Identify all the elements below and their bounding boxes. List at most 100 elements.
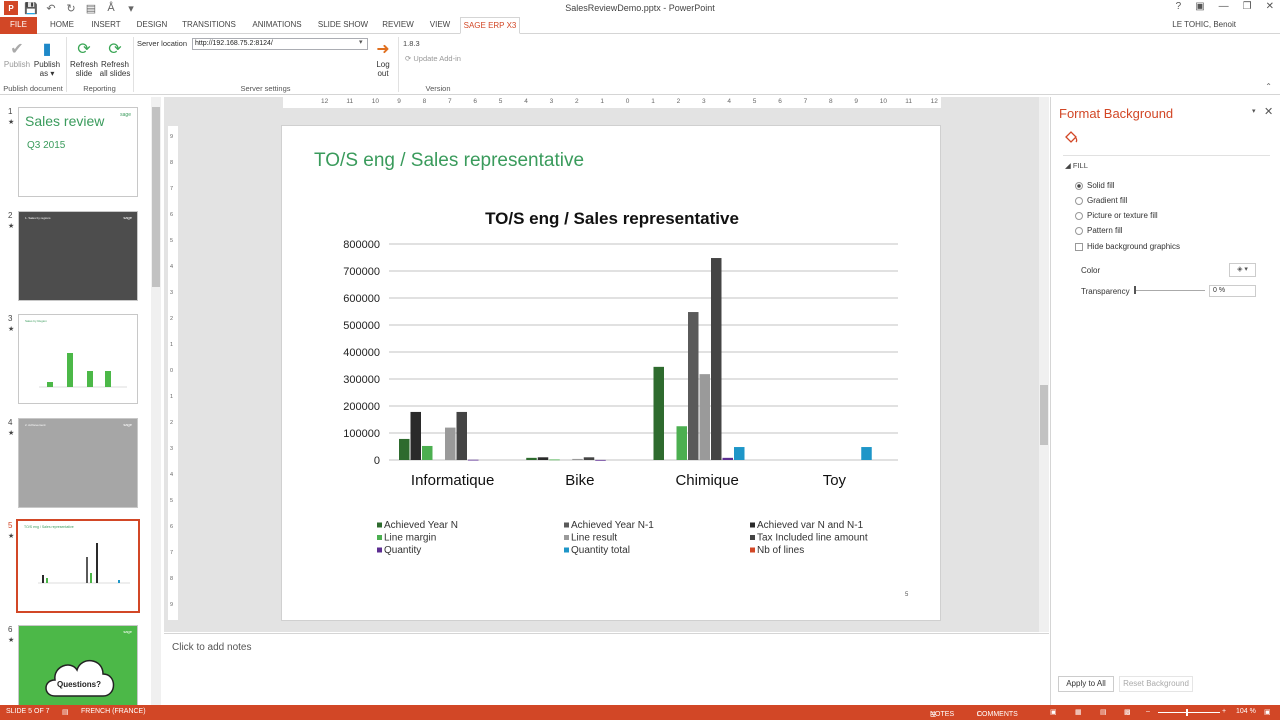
color-picker-button[interactable]: ◈ ▾	[1229, 263, 1256, 277]
thumb-title: TO/S eng / Sales representative	[24, 525, 74, 529]
sage-logo: sage	[123, 422, 132, 427]
thumb-title: Sales by Region	[25, 319, 47, 323]
help-icon[interactable]: ?	[1176, 1, 1182, 12]
server-location-input[interactable]: http://192.168.75.2:8124/	[192, 38, 368, 50]
group-label-server-settings: Server settings	[240, 84, 291, 93]
pattern-fill-option[interactable]: Pattern fill	[1075, 226, 1123, 235]
notes-pane[interactable]	[164, 633, 1049, 705]
collapse-ribbon-icon[interactable]: ⌃	[1265, 82, 1272, 91]
solid-fill-option[interactable]: Solid fill	[1075, 181, 1115, 190]
tab-insert[interactable]: INSERT	[86, 17, 126, 34]
legend-label: Achieved Year N-1	[571, 520, 654, 531]
slide-thumbnail-1[interactable]: Sales review Q3 2015 sage	[18, 107, 138, 197]
slide-scrollbar-thumb[interactable]	[1040, 385, 1048, 445]
refresh-all-slides-button[interactable]: ⟳ Refresh all slides	[99, 38, 131, 78]
tab-slide-show[interactable]: SLIDE SHOW	[314, 17, 372, 34]
ribbon-display-icon[interactable]: ▣	[1195, 1, 1204, 12]
tab-transitions[interactable]: TRANSITIONS	[178, 17, 240, 34]
y-tick-label: 500000	[343, 320, 380, 332]
slide-thumbnail-3[interactable]: Sales by Region	[18, 314, 138, 404]
ruler-tick-label: 1	[651, 98, 655, 105]
zoom-out-icon[interactable]: –	[1146, 708, 1150, 715]
legend-swatch	[377, 522, 382, 528]
update-addin-button[interactable]: ⟳ Update Add-in	[405, 54, 461, 63]
spelling-status-icon[interactable]: ▤	[62, 708, 69, 716]
language[interactable]: FRENCH (FRANCE)	[81, 708, 146, 715]
notes-label: NOTES	[930, 711, 955, 718]
legend-label: Tax Included line amount	[757, 533, 868, 544]
ruler-tick-label: 9	[170, 134, 174, 140]
legend-swatch	[564, 535, 569, 540]
slide-sorter-icon[interactable]: ▦	[1075, 708, 1082, 716]
normal-view-icon[interactable]: ▣	[1050, 708, 1057, 716]
tab-sage-erp-x3[interactable]: SAGE ERP X3	[460, 17, 520, 34]
reading-view-icon[interactable]: ▤	[1100, 708, 1107, 716]
slide-thumbnail-2[interactable]: 1. Sales by regions sage	[18, 211, 138, 301]
zoom-in-icon[interactable]: +	[1222, 708, 1226, 715]
close-icon[interactable]: ✕	[1266, 1, 1274, 12]
gradient-fill-option[interactable]: Gradient fill	[1075, 196, 1127, 205]
chart-title: TO/S eng / Sales representative	[485, 209, 739, 228]
tab-view[interactable]: VIEW	[424, 17, 456, 34]
logout-button[interactable]: ➜ Log out	[371, 38, 395, 78]
tab-animations[interactable]: ANIMATIONS	[246, 17, 308, 34]
thumbnail-scrollbar-thumb[interactable]	[152, 107, 160, 287]
ruler-tick-label: 4	[170, 472, 174, 478]
pane-options-icon[interactable]: ▾	[1252, 107, 1256, 115]
ruler-tick-label: 6	[170, 524, 174, 530]
minimize-icon[interactable]: —	[1219, 1, 1229, 12]
tab-design[interactable]: DESIGN	[131, 17, 173, 34]
slide-thumbnail-6[interactable]: sage Questions?	[18, 625, 138, 715]
title-bar: P 💾 ↶ ↻ ▤ Å ▾ SalesReviewDemo.pptx - Pow…	[0, 0, 1280, 17]
fill-section-header[interactable]: ◢ FILL	[1065, 161, 1088, 170]
fit-to-window-icon[interactable]: ▣	[1264, 708, 1271, 716]
y-tick-label: 200000	[343, 401, 380, 413]
x-tick-label: Informatique	[411, 472, 494, 489]
ruler-tick-label: 1	[600, 98, 605, 105]
close-icon[interactable]: ✕	[1264, 105, 1273, 118]
zoom-level[interactable]: 104 %	[1236, 708, 1256, 715]
chart-bar	[410, 411, 421, 460]
slide-show-icon[interactable]: ▩	[1124, 708, 1131, 716]
checkbox-icon[interactable]	[1075, 242, 1083, 251]
legend-swatch	[750, 522, 755, 528]
user-account[interactable]: LE TOHIC, Benoit	[1172, 20, 1236, 29]
apply-to-all-button[interactable]: Apply to All	[1058, 676, 1114, 692]
refresh-slide-button[interactable]: ⟳ Refresh slide	[68, 38, 100, 78]
chevron-down-icon[interactable]: ▾	[359, 38, 363, 46]
y-tick-label: 100000	[343, 428, 380, 440]
publish-button[interactable]: ✔ Publish	[3, 38, 31, 69]
slide-thumbnail-4[interactable]: 2. Achievement sage	[18, 418, 138, 508]
tab-home[interactable]: HOME	[43, 17, 81, 34]
tab-review[interactable]: REVIEW	[378, 17, 418, 34]
radio-icon[interactable]	[1075, 226, 1083, 235]
ruler-tick-label: 2	[170, 316, 174, 322]
paint-bucket-icon[interactable]	[1063, 129, 1079, 145]
hide-background-graphics-checkbox[interactable]: Hide background graphics	[1075, 242, 1180, 251]
transparency-slider[interactable]	[1135, 290, 1205, 291]
radio-icon[interactable]	[1075, 211, 1083, 220]
notes-placeholder[interactable]: Click to add notes	[172, 642, 252, 653]
ruler-tick-label: 11	[905, 98, 912, 105]
bar-chart[interactable]: 0 100000 200000 300000 400000 500000 600000 700…	[282, 126, 942, 622]
ruler-tick-label: 9	[170, 602, 174, 608]
refresh-all-label-1: Refresh	[100, 60, 129, 69]
option-label: Picture or texture fill	[1087, 211, 1158, 220]
transparency-slider-handle[interactable]	[1134, 286, 1136, 294]
radio-icon[interactable]	[1075, 181, 1083, 190]
current-slide[interactable]: TO/S eng / Sales representative 0 100000 2…	[281, 125, 941, 621]
restore-icon[interactable]: ❐	[1243, 1, 1252, 12]
reset-background-button[interactable]: Reset Background	[1119, 676, 1193, 692]
transparency-input[interactable]: 0 %	[1209, 285, 1256, 297]
slide-scrollbar[interactable]	[1039, 97, 1049, 632]
radio-icon[interactable]	[1075, 196, 1083, 205]
picture-fill-option[interactable]: Picture or texture fill	[1075, 211, 1158, 220]
tab-file[interactable]: FILE	[0, 17, 37, 34]
zoom-slider[interactable]	[1158, 712, 1220, 713]
animation-star-icon: ★	[8, 326, 15, 333]
slide-thumbnail-5[interactable]: TO/S eng / Sales representative	[16, 519, 140, 613]
refresh-all-label-2: all slides	[99, 69, 131, 78]
legend-label: Quantity total	[571, 545, 630, 556]
publish-as-button[interactable]: ▮ Publish as ▾	[32, 38, 62, 78]
zoom-slider-handle[interactable]	[1186, 709, 1188, 716]
